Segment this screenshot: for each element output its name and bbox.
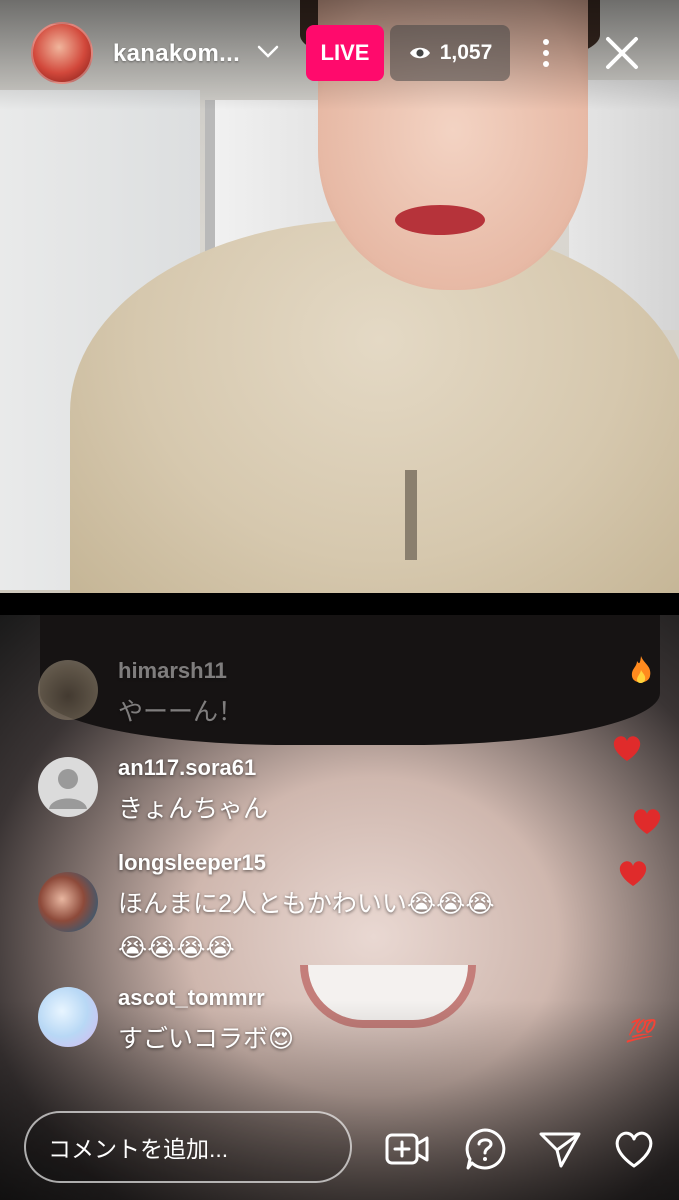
comment-text: やーーん！ — [118, 698, 244, 726]
comment-username[interactable]: an117.sora61 — [118, 755, 256, 781]
viewer-count-badge[interactable]: 1,057 — [390, 25, 510, 81]
more-options-icon[interactable] — [536, 36, 556, 70]
comment-text-continued: 😭😭😭😭 — [118, 934, 235, 962]
default-user-icon — [49, 769, 87, 809]
close-icon[interactable] — [603, 34, 641, 72]
commenter-avatar[interactable] — [38, 757, 98, 817]
heart-reaction-icon — [613, 736, 641, 761]
share-send-icon[interactable] — [537, 1126, 583, 1172]
fire-reaction-icon — [631, 656, 651, 683]
commenter-avatar[interactable] — [38, 987, 98, 1047]
host-avatar[interactable] — [31, 22, 93, 84]
viewer-count: 1,057 — [439, 41, 493, 64]
comment-text: すごいコラボ😍 — [118, 1025, 295, 1053]
split-divider — [0, 593, 679, 615]
heart-reaction-icon — [633, 809, 661, 834]
commenter-avatar[interactable] — [38, 872, 98, 932]
hundred-reaction-icon: 💯 — [626, 1018, 654, 1043]
question-icon[interactable] — [462, 1126, 508, 1172]
comment-username[interactable]: himarsh11 — [118, 658, 227, 684]
host-zipper — [405, 470, 417, 560]
commenter-avatar[interactable] — [38, 660, 98, 720]
host-username[interactable]: kanakom... — [113, 40, 240, 68]
host-lips — [395, 205, 485, 235]
host-video — [0, 0, 679, 593]
comment-input[interactable]: コメントを追加... — [24, 1111, 352, 1183]
heart-like-icon[interactable] — [611, 1126, 657, 1172]
comment-username[interactable]: ascot_tommrr — [118, 985, 265, 1011]
comment-text: きょんちゃん — [118, 795, 269, 823]
chevron-down-icon[interactable] — [254, 40, 282, 64]
add-video-guest-icon[interactable] — [384, 1126, 430, 1172]
eye-icon — [409, 47, 430, 59]
heart-reaction-icon — [619, 861, 647, 886]
comment-text: ほんまに2人ともかわいい😭😭😭 — [118, 890, 495, 918]
comment-username[interactable]: longsleeper15 — [118, 850, 266, 876]
host-body — [70, 220, 679, 593]
live-badge: LIVE — [306, 25, 384, 81]
